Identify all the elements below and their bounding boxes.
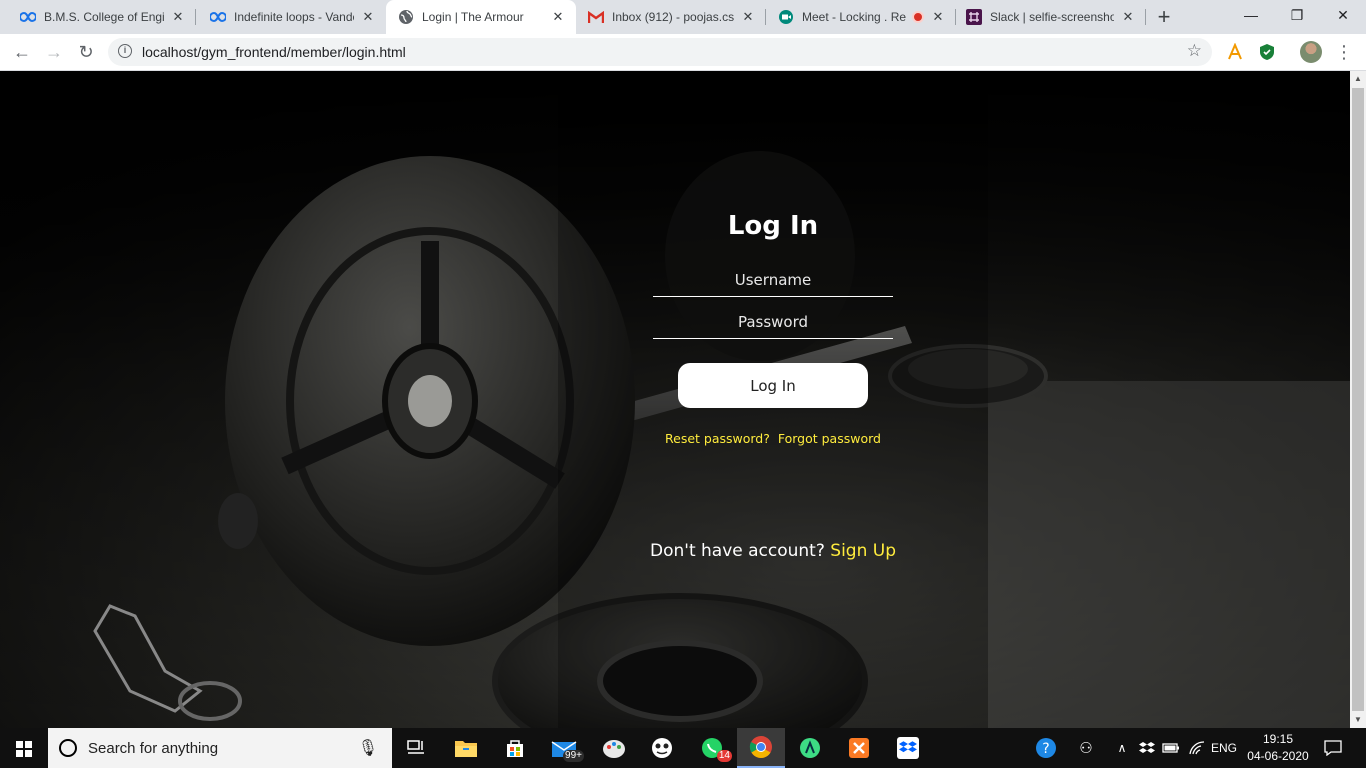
svg-text:?: ? [1042, 741, 1049, 757]
close-icon[interactable]: ✕ [360, 9, 376, 25]
page-scrollbar[interactable]: ▲ ▼ [1350, 71, 1366, 728]
search-placeholder: Search for anything [88, 740, 219, 757]
url-text[interactable]: localhost/gym_frontend/member/login.html [142, 44, 406, 60]
address-bar[interactable]: i localhost/gym_frontend/member/login.ht… [108, 38, 1212, 66]
mail-badge: 99+ [563, 750, 584, 762]
close-icon[interactable]: ✕ [550, 9, 566, 25]
close-icon[interactable]: ✕ [170, 9, 186, 25]
gmail-icon [588, 9, 604, 25]
infinity-icon [20, 9, 36, 25]
slack-icon [966, 9, 982, 25]
recording-icon [912, 11, 924, 23]
tab-title: Login | The Armour [422, 10, 524, 24]
no-account-text: Don't have account? [650, 541, 825, 561]
help-icon[interactable]: ? [1030, 728, 1062, 768]
tab-indefinite-loops[interactable]: Indefinite loops - Vande ✕ [196, 0, 386, 34]
close-icon[interactable]: ✕ [1120, 9, 1136, 25]
windows-taskbar: Search for anything 🎙 99+ 14 ? ⚇ ∧ ENG 1… [0, 728, 1366, 768]
close-icon[interactable]: ✕ [930, 9, 946, 25]
taskbar-search[interactable]: Search for anything 🎙 [48, 728, 392, 768]
tab-title: Indefinite loops - Vande [234, 10, 354, 24]
whatsapp-badge: 14 [716, 750, 732, 762]
password-input[interactable] [653, 305, 893, 339]
password-links: Reset password? Forgot password [640, 431, 906, 446]
android-studio-icon[interactable] [786, 728, 834, 768]
cortana-icon [59, 739, 77, 757]
extension-a-icon[interactable] [1226, 43, 1244, 61]
whatsapp-icon[interactable]: 14 [688, 728, 736, 768]
scroll-down-arrow-icon[interactable]: ▼ [1350, 712, 1366, 728]
windows-logo-icon [16, 741, 32, 757]
tab-login-the-armour[interactable]: Login | The Armour ✕ [386, 0, 576, 34]
close-icon[interactable]: ✕ [740, 9, 756, 25]
signup-prompt: Don't have account? Sign Up [640, 541, 906, 561]
tab-title: Inbox (912) - poojas.cs1 [612, 10, 734, 24]
xampp-icon[interactable] [835, 728, 883, 768]
minimize-button[interactable]: ― [1228, 0, 1274, 30]
wifi-icon[interactable] [1186, 728, 1208, 768]
signup-link[interactable]: Sign Up [830, 541, 896, 561]
tab-title: B.M.S. College of Engin [44, 10, 164, 24]
screenshot-app-icon[interactable] [638, 728, 686, 768]
tab-title: Meet - Locking . Re [802, 10, 907, 24]
tab-title: Slack | selfie-screenshot [990, 10, 1114, 24]
reload-button[interactable]: ↻ [72, 38, 100, 66]
people-icon[interactable]: ⚇ [1072, 728, 1100, 768]
forgot-password-link[interactable]: Forgot password [778, 431, 881, 446]
kebab-menu-icon[interactable]: ⋮ [1334, 38, 1354, 66]
bookmark-star-icon[interactable]: ☆ [1187, 41, 1202, 61]
system-clock[interactable]: 19:15 04-06-2020 [1246, 731, 1310, 765]
task-view-icon[interactable] [392, 728, 440, 768]
back-button[interactable]: ← [8, 38, 36, 66]
login-button[interactable]: Log In [678, 363, 868, 408]
forward-button[interactable]: → [40, 38, 68, 66]
tab-strip: B.M.S. College of Engin ✕ Indefinite loo… [0, 0, 1366, 34]
clock-date: 04-06-2020 [1247, 749, 1309, 763]
paint-icon[interactable] [590, 728, 638, 768]
globe-icon [398, 9, 414, 25]
tab-gmail-inbox[interactable]: Inbox (912) - poojas.cs1 ✕ [576, 0, 766, 34]
notification-center-icon[interactable] [1318, 728, 1348, 768]
microphone-icon[interactable]: 🎙 [358, 738, 378, 758]
close-window-button[interactable]: ✕ [1320, 0, 1366, 30]
reset-password-link[interactable]: Reset password? [665, 431, 770, 446]
show-hidden-icons-chevron-up-icon[interactable]: ∧ [1112, 728, 1132, 768]
language-indicator[interactable]: ENG [1208, 728, 1240, 768]
store-icon[interactable] [491, 728, 539, 768]
page-title: Log In [727, 211, 819, 241]
scroll-up-arrow-icon[interactable]: ▲ [1350, 71, 1366, 87]
tab-separator [1145, 9, 1146, 25]
shield-extension-icon[interactable] [1258, 43, 1276, 61]
page-content: Log In Log In Reset password? Forgot pas… [0, 71, 1350, 728]
dropbox-tray-icon[interactable] [1136, 728, 1158, 768]
gym-background-image [0, 71, 1350, 728]
site-info-icon[interactable]: i [118, 44, 132, 58]
browser-toolbar: ← → ↻ i localhost/gym_frontend/member/lo… [0, 34, 1366, 71]
profile-avatar[interactable] [1300, 41, 1322, 63]
tab-slack[interactable]: Slack | selfie-screenshot ✕ [956, 0, 1146, 34]
infinity-icon [210, 9, 226, 25]
scrollbar-thumb[interactable] [1352, 88, 1364, 711]
dropbox-icon[interactable] [884, 728, 932, 768]
file-explorer-icon[interactable] [442, 728, 490, 768]
tab-bms[interactable]: B.M.S. College of Engin ✕ [0, 0, 196, 34]
start-button[interactable] [0, 728, 48, 768]
new-tab-button[interactable]: + [1150, 3, 1178, 31]
chrome-icon[interactable] [737, 728, 785, 768]
restore-button[interactable]: ❐ [1274, 0, 1320, 30]
username-input[interactable] [653, 263, 893, 297]
battery-icon[interactable] [1160, 728, 1182, 768]
tab-google-meet[interactable]: Meet - Locking . Re ✕ [766, 0, 956, 34]
meet-icon [778, 9, 794, 25]
mail-icon[interactable]: 99+ [540, 728, 588, 768]
clock-time: 19:15 [1262, 732, 1294, 746]
